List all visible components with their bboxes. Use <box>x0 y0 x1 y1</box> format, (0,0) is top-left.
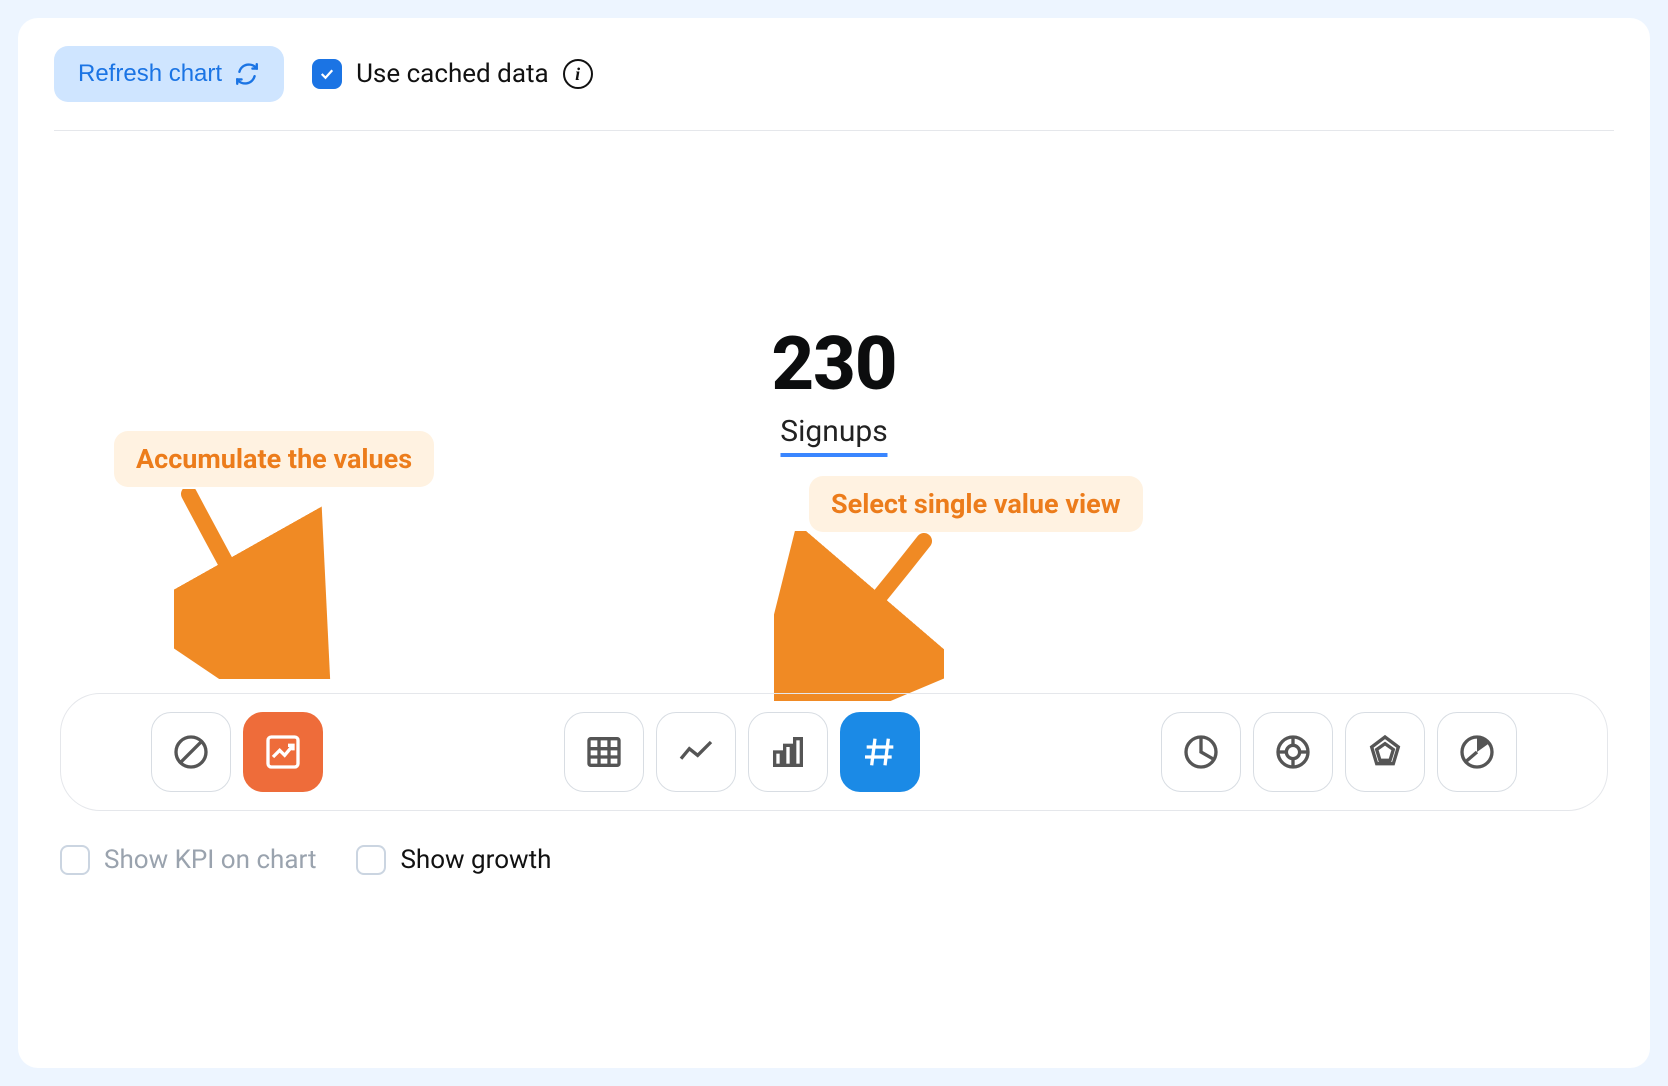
view-pie-button[interactable] <box>1161 712 1241 792</box>
polar-chart-icon <box>1457 732 1497 772</box>
chart-stage: 230 Signups Accumulate the values Select… <box>54 131 1614 811</box>
view-donut-button[interactable] <box>1253 712 1333 792</box>
table-icon <box>584 732 624 772</box>
view-group-center <box>564 712 920 792</box>
toolbar: Refresh chart Use cached data i <box>54 46 1614 131</box>
view-none-button[interactable] <box>151 712 231 792</box>
pie-chart-icon <box>1181 732 1221 772</box>
show-growth-checkbox[interactable] <box>356 845 386 875</box>
bar-chart-icon <box>768 732 808 772</box>
show-growth-label: Show growth <box>400 845 551 875</box>
view-radar-button[interactable] <box>1345 712 1425 792</box>
view-selector-bar <box>60 693 1608 811</box>
view-single-value-button[interactable] <box>840 712 920 792</box>
show-kpi-label: Show KPI on chart <box>104 845 316 875</box>
show-growth-option: Show growth <box>356 845 551 875</box>
view-table-button[interactable] <box>564 712 644 792</box>
check-icon <box>318 65 336 83</box>
view-polar-button[interactable] <box>1437 712 1517 792</box>
view-line-button[interactable] <box>656 712 736 792</box>
donut-chart-icon <box>1273 732 1313 772</box>
view-group-left <box>151 712 323 792</box>
arrow-single-value <box>774 531 944 701</box>
refresh-label: Refresh chart <box>78 60 222 88</box>
annotation-accumulate: Accumulate the values <box>114 431 434 487</box>
kpi-display: 230 Signups <box>771 321 896 457</box>
refresh-button[interactable]: Refresh chart <box>54 46 284 102</box>
accumulate-icon <box>263 732 303 772</box>
view-bar-button[interactable] <box>748 712 828 792</box>
single-value-icon <box>860 732 900 772</box>
cache-option: Use cached data i <box>312 59 593 89</box>
cache-label: Use cached data <box>356 59 549 89</box>
chart-panel: Refresh chart Use cached data i 230 Sign… <box>18 18 1650 1068</box>
arrow-accumulate <box>174 489 334 679</box>
line-chart-icon <box>676 732 716 772</box>
view-group-right <box>1161 712 1517 792</box>
view-accumulate-button[interactable] <box>243 712 323 792</box>
refresh-icon <box>234 61 260 87</box>
cache-checkbox[interactable] <box>312 59 342 89</box>
none-icon <box>171 732 211 772</box>
kpi-label[interactable]: Signups <box>780 414 887 457</box>
show-kpi-option: Show KPI on chart <box>60 845 316 875</box>
info-icon[interactable]: i <box>563 59 593 89</box>
annotation-single-value: Select single value view <box>809 476 1143 532</box>
show-kpi-checkbox[interactable] <box>60 845 90 875</box>
footer-options: Show KPI on chart Show growth <box>54 845 1614 875</box>
kpi-value: 230 <box>771 321 896 408</box>
radar-chart-icon <box>1365 732 1405 772</box>
